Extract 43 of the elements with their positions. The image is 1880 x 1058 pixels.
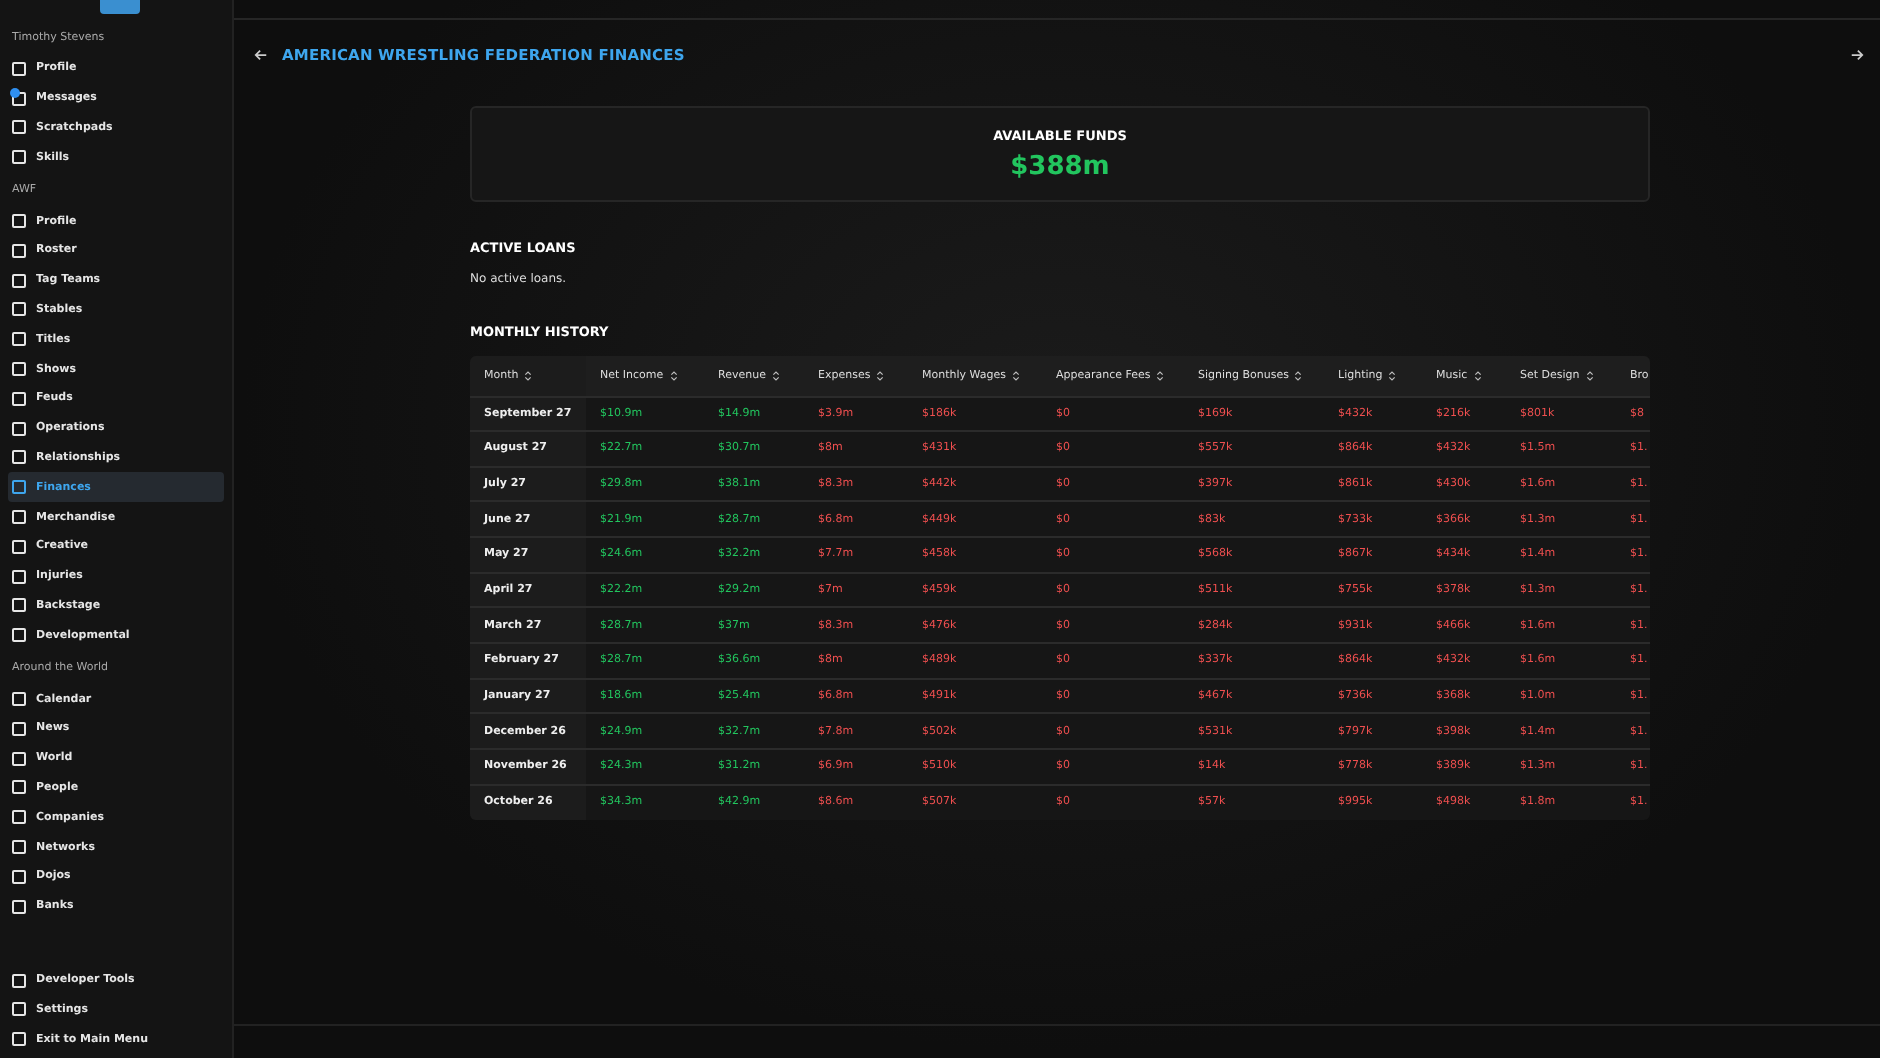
forward-arrow-icon[interactable] — [1850, 47, 1864, 61]
square-icon — [12, 899, 26, 914]
sort-icon — [876, 369, 885, 382]
logo-icon — [100, 0, 140, 14]
square-icon — [12, 421, 26, 436]
square-icon — [12, 973, 26, 987]
square-icon — [12, 692, 26, 707]
sort-icon — [1585, 369, 1594, 382]
square-icon — [12, 362, 26, 377]
square-icon — [12, 61, 26, 76]
square-icon — [12, 780, 26, 795]
square-icon — [12, 539, 26, 554]
square-icon — [12, 628, 26, 643]
sort-icon — [1388, 369, 1397, 382]
square-icon — [12, 598, 26, 613]
square-icon — [12, 273, 26, 288]
sort-icon — [669, 369, 678, 382]
square-icon — [12, 810, 26, 825]
square-icon — [12, 721, 26, 736]
square-icon — [12, 302, 26, 317]
square-icon — [12, 840, 26, 855]
sort-icon — [1294, 369, 1303, 382]
sort-icon — [524, 369, 533, 382]
square-icon — [12, 1002, 26, 1017]
square-icon — [12, 751, 26, 766]
square-icon — [12, 332, 26, 347]
square-icon — [12, 243, 26, 258]
funds-amount: $388m — [1010, 151, 1110, 181]
sort-icon — [1156, 369, 1165, 382]
square-icon — [12, 391, 26, 406]
sort-icon — [1011, 369, 1020, 382]
square-icon — [12, 214, 26, 229]
sort-icon — [771, 369, 780, 382]
square-icon — [12, 450, 26, 465]
square-icon — [12, 150, 26, 165]
square-icon — [12, 569, 26, 584]
square-icon — [12, 1032, 26, 1047]
back-arrow-icon[interactable] — [254, 47, 268, 61]
square-icon — [12, 510, 26, 525]
square-icon — [12, 480, 26, 495]
square-icon — [12, 120, 26, 135]
square-icon — [12, 869, 26, 884]
sort-icon — [1473, 369, 1482, 382]
